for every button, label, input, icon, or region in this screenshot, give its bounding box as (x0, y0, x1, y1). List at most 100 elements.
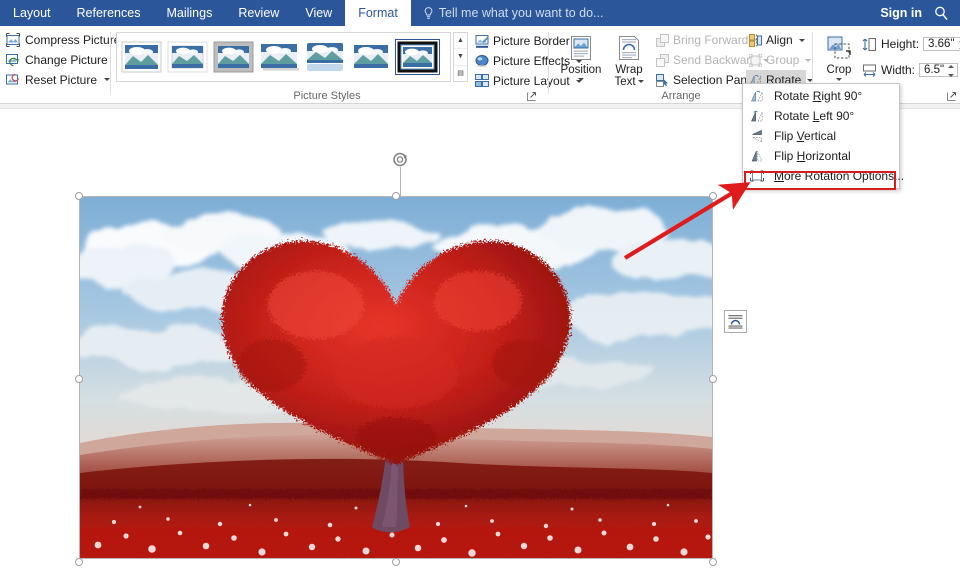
menu-item-label: Rotate Right 90° (774, 89, 863, 103)
resize-handle-top-center[interactable] (392, 192, 400, 200)
crop-caret-icon[interactable] (836, 78, 842, 81)
style-thumb-icon (213, 41, 254, 73)
tell-me-box[interactable]: Tell me what you want to do... (411, 0, 604, 26)
height-input[interactable]: 3.66" (923, 36, 960, 51)
gallery-scroll-up-button[interactable]: ▲ (454, 33, 467, 50)
lightbulb-icon (424, 6, 433, 19)
group-label: Group (766, 53, 800, 67)
reset-picture-button[interactable]: Reset Picture (3, 70, 113, 89)
gallery-more-button[interactable]: ▤ (454, 66, 467, 81)
send-backward-label: Send Backward (673, 53, 758, 67)
height-label: Height: (881, 37, 920, 51)
heart-tree-image (80, 197, 712, 558)
crop-icon (827, 36, 851, 59)
width-icon (863, 64, 876, 77)
wrap-text-label: Wrap Text (614, 64, 644, 88)
picture-style-thumb-2[interactable] (166, 40, 209, 74)
height-spin-arrows[interactable] (957, 37, 960, 54)
picture-style-thumb-1[interactable] (120, 40, 163, 74)
tell-me-label: Tell me what you want to do... (438, 6, 604, 20)
style-thumb-icon (307, 43, 343, 71)
change-picture-label: Change Picture (25, 52, 108, 67)
picture-style-thumb-4[interactable] (258, 40, 301, 74)
tab-review[interactable]: Review (225, 0, 292, 26)
resize-handle-middle-left[interactable] (75, 375, 83, 383)
height-icon (862, 37, 876, 51)
tab-references[interactable]: References (64, 0, 154, 26)
position-label: Position (560, 64, 602, 76)
align-caret-icon[interactable] (798, 38, 805, 42)
style-thumb-icon-selected (397, 41, 438, 73)
wrap-text-icon (619, 36, 639, 60)
menu-item-flip-horizontal[interactable]: Flip Horizontal (743, 146, 899, 166)
resize-handle-bottom-left[interactable] (75, 558, 83, 566)
gallery-scroll-down-button[interactable]: ▼ (454, 49, 467, 66)
ribbon-group-picture-styles: ▲ ▼ ▤ Picture Border Picture Effects Pic… (112, 26, 583, 104)
rotate-right-90-icon (749, 88, 765, 104)
picture-style-thumb-7[interactable] (395, 39, 440, 75)
style-thumb-icon (261, 44, 299, 71)
tab-format[interactable]: Format (345, 0, 411, 26)
width-spinner[interactable]: 6.5" (919, 62, 959, 80)
resize-handle-bottom-right[interactable] (709, 558, 717, 566)
ribbon-tab-bar: Layout References Mailings Review View F… (0, 0, 960, 26)
sign-in-button[interactable]: Sign in (880, 0, 922, 26)
position-caret-icon[interactable] (578, 78, 584, 81)
tab-layout[interactable]: Layout (0, 0, 64, 26)
menu-item-rotate-left-90[interactable]: Rotate Left 90° (743, 106, 899, 126)
menu-item-more-rotation-options[interactable]: More Rotation Options... (743, 166, 904, 186)
wrap-text-button[interactable]: Wrap Text (606, 31, 652, 93)
position-button[interactable]: Position (558, 31, 604, 93)
flip-vertical-icon (749, 128, 765, 144)
width-spin-arrows[interactable] (946, 63, 956, 80)
tab-list: Layout References Mailings Review View F… (0, 0, 960, 26)
bring-forward-label: Bring Forward (673, 33, 749, 47)
height-field-row: Height: 3.66" (862, 33, 960, 55)
change-picture-button[interactable]: Change Picture (3, 50, 111, 69)
style-thumb-icon (121, 41, 162, 73)
send-backward-icon (656, 53, 669, 67)
group-caret-icon (805, 58, 812, 62)
align-button[interactable]: Align (746, 30, 808, 50)
wrap-text-caret-icon[interactable] (637, 80, 644, 84)
crop-label: Crop (826, 64, 852, 76)
ribbon-group-adjust: Compress Pictures Change Picture Reset P… (0, 26, 126, 104)
picture-style-thumb-3[interactable] (212, 40, 255, 74)
tab-view[interactable]: View (292, 0, 345, 26)
style-thumb-icon (351, 41, 392, 72)
selected-picture-container[interactable] (75, 152, 717, 566)
tab-mailings[interactable]: Mailings (153, 0, 225, 26)
selection-pane-icon (656, 73, 668, 87)
width-field-row: Width: 6.5" (862, 59, 959, 81)
align-icon (749, 33, 762, 47)
group-separator-2 (548, 32, 549, 94)
picture-border-icon (475, 35, 489, 48)
gallery-scroll-buttons[interactable]: ▲ ▼ ▤ (453, 32, 468, 82)
picture-style-thumb-6[interactable] (350, 40, 393, 74)
menu-item-label: More Rotation Options... (774, 169, 905, 183)
resize-handle-top-left[interactable] (75, 192, 83, 200)
resize-handle-middle-right[interactable] (709, 375, 717, 383)
reset-picture-label: Reset Picture (25, 72, 98, 87)
size-dialog-launcher[interactable] (947, 92, 956, 101)
menu-item-flip-vertical[interactable]: Flip Vertical (743, 126, 899, 146)
height-spinner[interactable]: 3.66" (923, 36, 960, 53)
account-search-icon[interactable] (933, 5, 950, 22)
picture-style-thumb-5[interactable] (304, 40, 347, 74)
group-icon (749, 53, 762, 67)
picture-styles-gallery[interactable] (116, 32, 451, 82)
flip-horizontal-icon (749, 148, 765, 164)
resize-handle-bottom-center[interactable] (392, 558, 400, 566)
resize-handle-top-right[interactable] (709, 192, 717, 200)
group-separator-1 (110, 32, 111, 94)
rotation-handle[interactable] (392, 151, 409, 168)
picture-heart-tree[interactable] (80, 197, 712, 558)
layout-options-button[interactable] (724, 310, 747, 333)
menu-item-rotate-right-90[interactable]: Rotate Right 90° (743, 86, 899, 106)
position-icon (571, 36, 591, 60)
compress-pictures-icon (6, 32, 20, 47)
menu-item-label: Rotate Left 90° (774, 109, 855, 123)
picture-styles-dialog-launcher[interactable] (527, 92, 536, 101)
align-label: Align (766, 33, 793, 47)
rotate-dropdown-menu[interactable]: Rotate Right 90° Rotate Left 90° Flip Ve… (742, 83, 904, 189)
